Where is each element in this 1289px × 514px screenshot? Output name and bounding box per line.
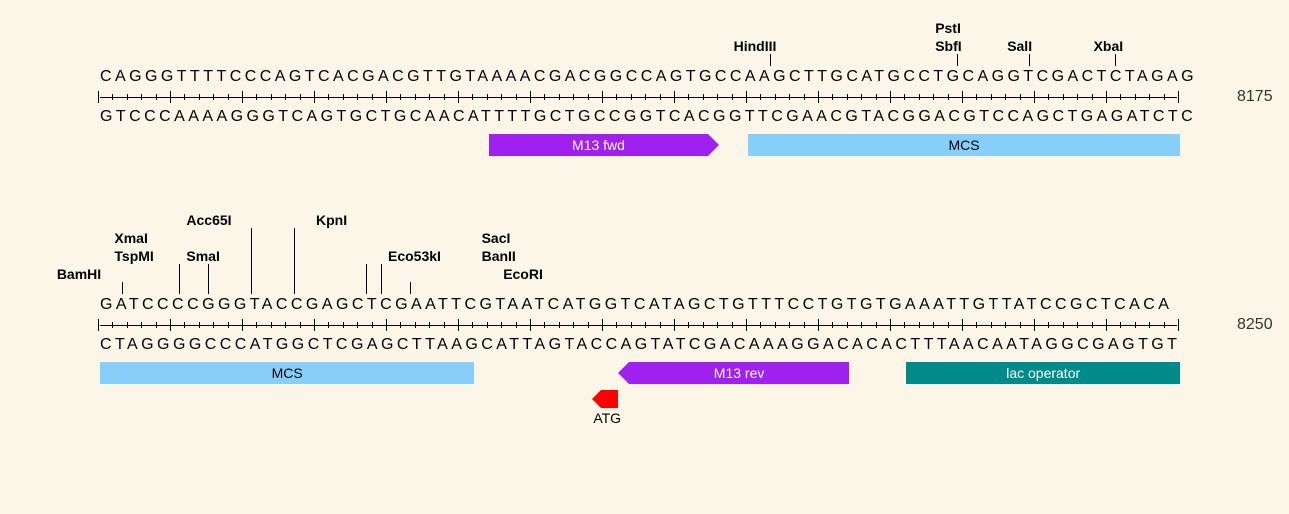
enzyme-label-sbfi: SbfI — [935, 38, 961, 54]
sequence-block-0: HindIII PstI SbfI SalI XbaI CAGGGTTTTCCCAGTCA… — [40, 20, 1249, 162]
enzyme-label-hindiii: HindIII — [734, 38, 777, 54]
sequence-ruler — [100, 97, 1177, 98]
enzyme-tick — [122, 282, 123, 294]
top-strand: GATCCCCGGGTACCGAGCTCGAATTCGTAATCATGGTCAT… — [100, 294, 1172, 316]
enzyme-label-tspmi: TspMI — [114, 248, 153, 264]
enzyme-label-saci: SacI — [482, 230, 511, 246]
enzyme-label-banii: BanII — [482, 248, 516, 264]
feature-sublabel-atg: ATG — [586, 410, 629, 426]
enzyme-label-eco53ki: Eco53kI — [388, 248, 441, 264]
enzyme-label-kpni: KpnI — [316, 212, 347, 228]
enzyme-label-xmai: XmaI — [114, 230, 147, 246]
enzyme-label-bamhi: BamHI — [57, 266, 101, 282]
feature-mcs: MCS — [100, 362, 474, 384]
enzyme-tick — [366, 264, 367, 294]
sequence-block-1: BamHI XmaI TspMI SmaI Acc65I KpnI Eco53kI SacI B… — [40, 212, 1249, 424]
bottom-strand: GTCCCAAAAGGGTCAGTGCTGCAACATTTTGCTGCCGGTC… — [100, 106, 1196, 128]
enzyme-tick — [179, 264, 180, 294]
enzyme-annotations: HindIII PstI SbfI SalI XbaI — [100, 20, 1249, 66]
sequence-ruler — [100, 325, 1177, 326]
enzyme-tick — [410, 282, 411, 294]
enzyme-tick — [251, 228, 252, 294]
feature-area: M13 fwd MCS — [100, 134, 1249, 162]
enzyme-tick — [1029, 54, 1030, 66]
feature-mcs: MCS — [748, 134, 1180, 156]
enzyme-label-acc65i: Acc65I — [186, 212, 231, 228]
enzyme-annotations: BamHIXmaITspMISmaIAcc65IKpnIEco53kISacIB… — [100, 212, 1249, 294]
feature-m13-fwd: M13 fwd — [489, 134, 708, 156]
feature-area: MCS M13 rev lac operator ATG — [100, 362, 1249, 424]
feature-m13-rev: M13 rev — [629, 362, 848, 384]
enzyme-tick — [294, 228, 295, 294]
enzyme-label-psti: PstI — [935, 20, 961, 36]
feature-lac-operator: lac operator — [906, 362, 1180, 384]
enzyme-tick — [208, 264, 209, 294]
enzyme-label-xbai: XbaI — [1094, 38, 1124, 54]
enzyme-tick — [957, 54, 958, 66]
position-label: 8175 — [1237, 88, 1273, 106]
enzyme-label-smai: SmaI — [186, 248, 219, 264]
enzyme-tick — [1115, 54, 1116, 66]
bottom-strand: CTAGGGGCCCATGGCTCGAGCTTAAGCATTAGTACCAGTA… — [100, 334, 1180, 356]
enzyme-tick — [381, 264, 382, 294]
enzyme-tick — [770, 54, 771, 66]
feature-atg — [601, 390, 619, 408]
top-strand: CAGGGTTTTCCCAGTCACGACGTTGTAAAACGACGGCCAG… — [100, 66, 1197, 88]
enzyme-label-ecori: EcoRI — [503, 266, 543, 282]
enzyme-label-sali: SalI — [1007, 38, 1032, 54]
position-label: 8250 — [1237, 316, 1273, 334]
